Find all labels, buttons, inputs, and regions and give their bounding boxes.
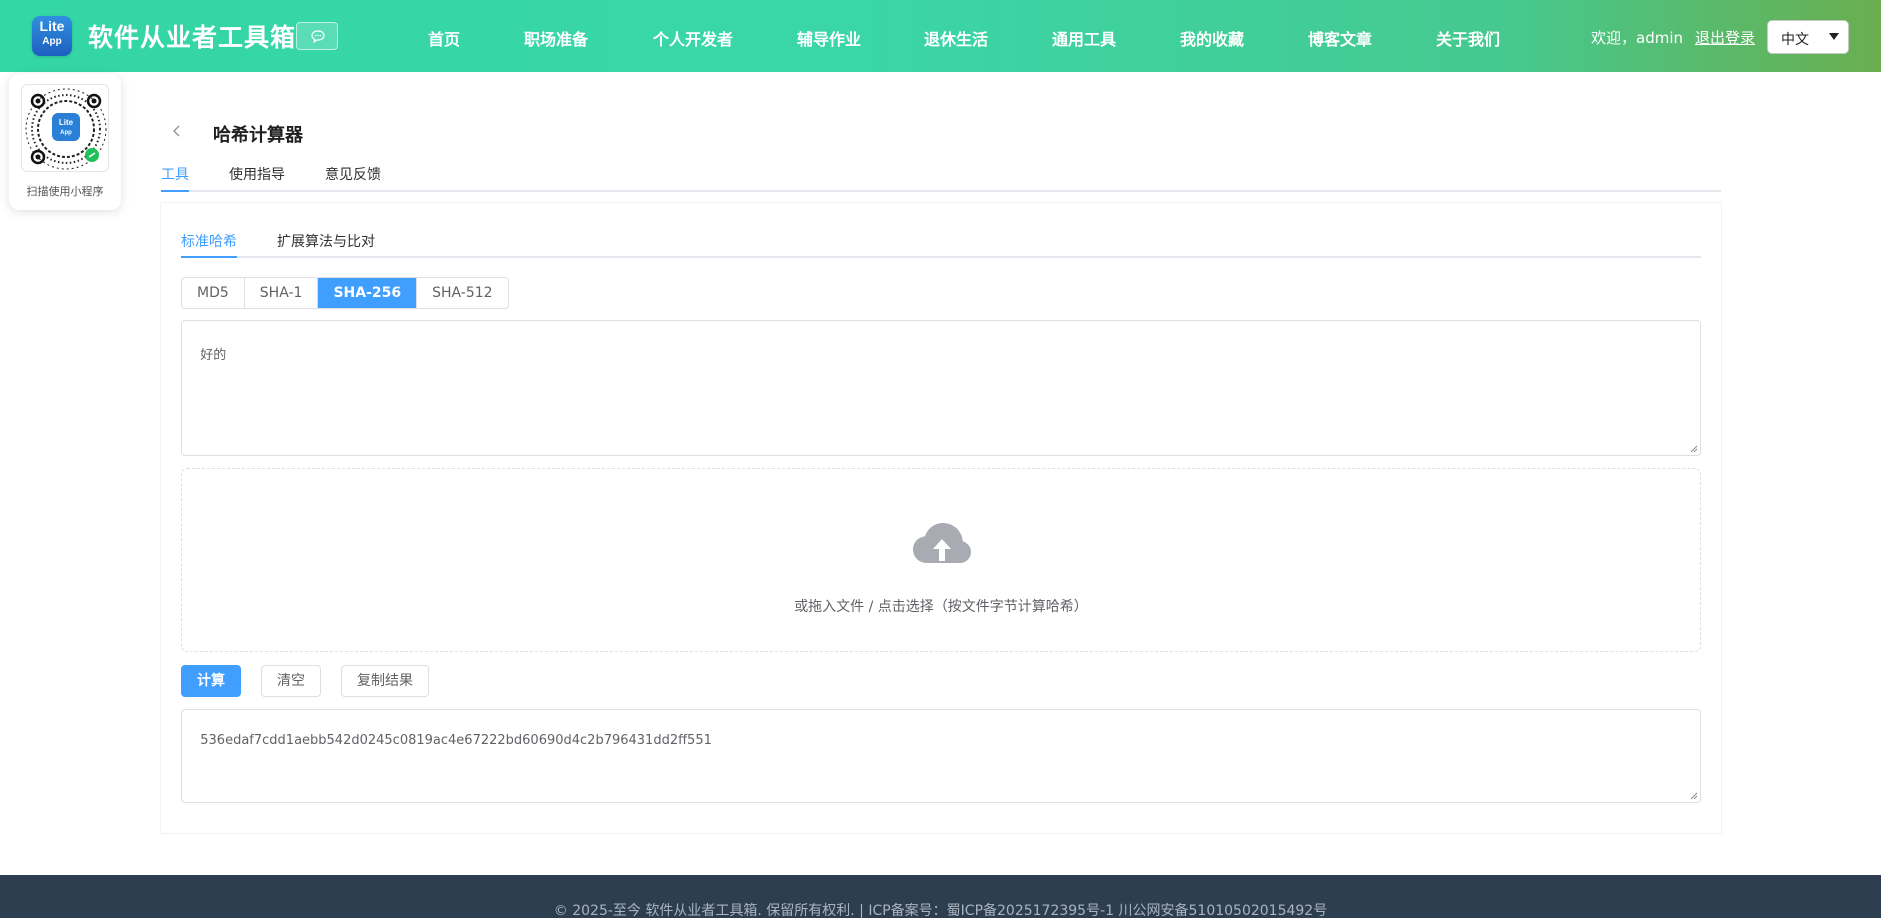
logo-line-2: App: [42, 36, 62, 47]
top-header: Lite App 软件从业者工具箱 首页 职场准备 个人开发者 辅导作业 退休生…: [0, 0, 1881, 72]
upload-cloud-icon: [913, 523, 971, 563]
logo-line-1: Lite: [39, 18, 65, 34]
nav-retirement[interactable]: 退休生活: [924, 26, 988, 50]
page-title: 哈希计算器: [213, 125, 303, 146]
algo-sha1[interactable]: SHA-1: [244, 278, 319, 308]
algo-md5[interactable]: MD5: [182, 278, 245, 308]
resize-handle-icon[interactable]: [1690, 792, 1698, 800]
nav-homework[interactable]: 辅导作业: [797, 26, 861, 50]
app-logo[interactable]: Lite App: [32, 16, 72, 56]
resize-handle-icon[interactable]: [1690, 445, 1698, 453]
chevron-down-icon: [1829, 33, 1839, 40]
language-value: 中文: [1781, 32, 1809, 48]
hash-mode-tabs: 标准哈希 扩展算法与比对: [181, 225, 1701, 258]
input-text: 好的: [200, 348, 227, 363]
calculate-button[interactable]: 计算: [181, 665, 241, 697]
copy-result-button[interactable]: 复制结果: [341, 665, 429, 697]
tab-active-indicator: [161, 190, 189, 192]
tab-tool[interactable]: 工具: [161, 164, 189, 184]
nav-favorites[interactable]: 我的收藏: [1180, 26, 1244, 50]
welcome-text: 欢迎，admin: [1591, 29, 1683, 47]
clear-button[interactable]: 清空: [261, 665, 321, 697]
file-dropzone[interactable]: 或拖入文件 / 点击选择（按文件字节计算哈希）: [181, 468, 1701, 652]
algo-sha256[interactable]: SHA-256: [318, 278, 418, 308]
site-footer: © 2025-至今 软件从业者工具箱. 保留所有权利. | ICP备案号：蜀IC…: [0, 875, 1881, 919]
miniprogram-qr-card: Lite App 扫描使用小程序: [9, 74, 121, 210]
algo-sha512[interactable]: SHA-512: [417, 278, 508, 308]
nav-about[interactable]: 关于我们: [1436, 26, 1500, 50]
page-tabs: 工具 使用指导 意见反馈: [161, 158, 1721, 192]
chat-bubble-icon: [311, 30, 325, 43]
nav-blog[interactable]: 博客文章: [1308, 26, 1372, 50]
nav-home[interactable]: 首页: [428, 26, 460, 50]
subtab-active-indicator: [181, 256, 237, 258]
algorithm-selector: MD5 SHA-1 SHA-256 SHA-512: [181, 277, 509, 309]
qr-logo-line-1: Lite: [59, 118, 74, 127]
qr-code: Lite App: [21, 84, 109, 172]
dropzone-text: 或拖入文件 / 点击选择（按文件字节计算哈希）: [794, 599, 1088, 615]
hash-result: 536edaf7cdd1aebb542d0245c0819ac4e67222bd…: [200, 733, 712, 748]
nav-career-prep[interactable]: 职场准备: [524, 26, 588, 50]
qr-logo-line-2: App: [60, 130, 72, 136]
tab-extended-compare[interactable]: 扩展算法与比对: [277, 231, 375, 251]
nav-indie-dev[interactable]: 个人开发者: [653, 26, 733, 50]
tab-guide[interactable]: 使用指导: [229, 164, 285, 184]
hash-result-textarea[interactable]: 536edaf7cdd1aebb542d0245c0819ac4e67222bd…: [181, 709, 1701, 803]
language-select[interactable]: 中文: [1767, 20, 1849, 54]
qr-code-icon: Lite App: [25, 88, 107, 170]
nav-general-tools[interactable]: 通用工具: [1052, 26, 1116, 50]
chat-button[interactable]: [296, 22, 338, 50]
back-arrow-icon[interactable]: [170, 122, 184, 140]
site-title[interactable]: 软件从业者工具箱: [88, 18, 296, 54]
qr-caption: 扫描使用小程序: [26, 185, 104, 198]
footer-text: © 2025-至今 软件从业者工具箱. 保留所有权利. | ICP备案号：蜀IC…: [553, 903, 1328, 919]
tab-feedback[interactable]: 意见反馈: [325, 164, 381, 184]
hash-input-textarea[interactable]: 好的: [181, 320, 1701, 456]
logout-link[interactable]: 退出登录: [1695, 27, 1755, 48]
tab-standard-hash[interactable]: 标准哈希: [181, 231, 237, 251]
